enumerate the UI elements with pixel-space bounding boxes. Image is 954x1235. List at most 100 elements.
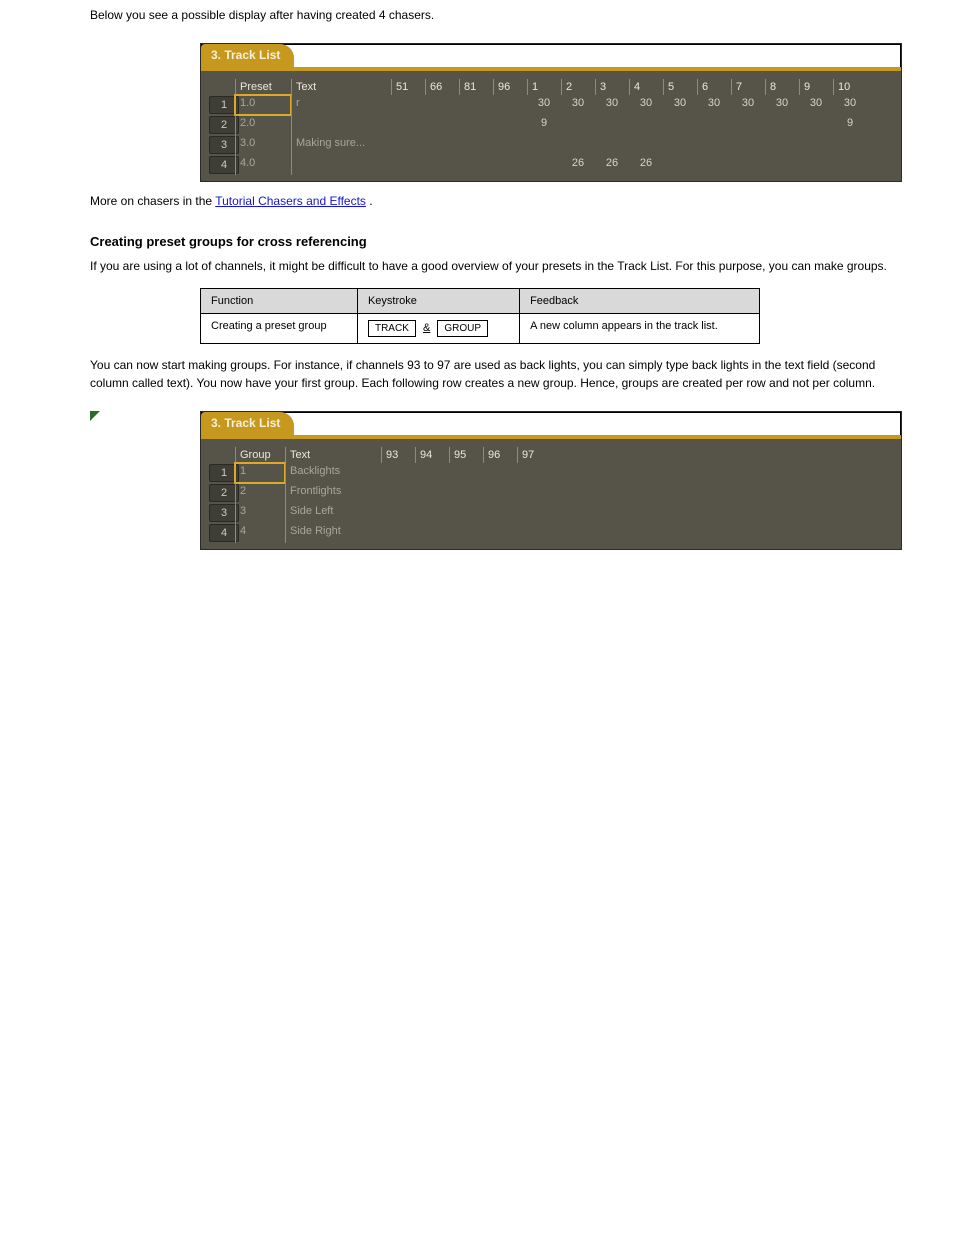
col-channel: 4 xyxy=(629,79,663,95)
value-cell[interactable] xyxy=(415,523,449,543)
value-cell[interactable] xyxy=(595,115,629,135)
value-cell[interactable]: 30 xyxy=(561,95,595,115)
value-cell[interactable]: 26 xyxy=(561,155,595,175)
value-cell[interactable]: 30 xyxy=(731,95,765,115)
value-cell[interactable] xyxy=(449,503,483,523)
value-cell[interactable]: 30 xyxy=(629,95,663,115)
value-cell[interactable] xyxy=(799,155,833,175)
value-cell[interactable] xyxy=(765,135,799,155)
value-cell[interactable]: 26 xyxy=(595,155,629,175)
value-cell[interactable]: 26 xyxy=(629,155,663,175)
group-cell[interactable]: 1 xyxy=(235,463,285,483)
text-cell[interactable]: Backlights xyxy=(285,463,381,483)
value-cell[interactable] xyxy=(493,135,527,155)
col-channel: 5 xyxy=(663,79,697,95)
value-cell[interactable] xyxy=(731,115,765,135)
value-cell[interactable] xyxy=(415,503,449,523)
value-cell[interactable] xyxy=(527,135,561,155)
group-cell[interactable]: 4 xyxy=(235,523,285,543)
value-cell[interactable] xyxy=(483,523,517,543)
text-cell[interactable]: Side Right xyxy=(285,523,381,543)
text-cell[interactable] xyxy=(291,115,391,135)
value-cell[interactable] xyxy=(425,155,459,175)
value-cell[interactable] xyxy=(391,115,425,135)
value-cell[interactable] xyxy=(381,483,415,503)
value-cell[interactable]: 30 xyxy=(833,95,867,115)
value-cell[interactable] xyxy=(381,523,415,543)
value-cell[interactable] xyxy=(663,155,697,175)
value-cell[interactable] xyxy=(561,135,595,155)
value-cell[interactable] xyxy=(731,155,765,175)
value-cell[interactable] xyxy=(663,115,697,135)
value-cell[interactable] xyxy=(517,503,551,523)
value-cell[interactable]: 30 xyxy=(663,95,697,115)
preset-cell[interactable]: 2.0 xyxy=(235,115,291,135)
value-cell[interactable] xyxy=(697,155,731,175)
value-cell[interactable]: 30 xyxy=(595,95,629,115)
value-cell[interactable] xyxy=(799,115,833,135)
value-cell[interactable] xyxy=(391,135,425,155)
value-cell[interactable] xyxy=(493,155,527,175)
value-cell[interactable] xyxy=(459,135,493,155)
value-cell[interactable] xyxy=(391,95,425,115)
value-cell[interactable] xyxy=(765,155,799,175)
value-cell[interactable] xyxy=(527,155,561,175)
value-cell[interactable] xyxy=(483,463,517,483)
value-cell[interactable] xyxy=(799,135,833,155)
value-cell[interactable]: 9 xyxy=(833,115,867,135)
value-cell[interactable] xyxy=(493,95,527,115)
value-cell[interactable] xyxy=(595,135,629,155)
value-cell[interactable] xyxy=(833,135,867,155)
preset-cell[interactable]: 3.0 xyxy=(235,135,291,155)
value-cell[interactable] xyxy=(697,115,731,135)
value-cell[interactable] xyxy=(449,463,483,483)
panel-resize-corner-icon[interactable] xyxy=(90,411,100,421)
tracklist-tab[interactable]: 3. Track List xyxy=(201,412,294,435)
value-cell[interactable] xyxy=(517,523,551,543)
value-cell[interactable] xyxy=(381,463,415,483)
col-channel: 94 xyxy=(415,447,449,463)
value-cell[interactable] xyxy=(425,135,459,155)
value-cell[interactable] xyxy=(517,463,551,483)
value-cell[interactable] xyxy=(415,463,449,483)
value-cell[interactable] xyxy=(425,115,459,135)
value-cell[interactable]: 30 xyxy=(799,95,833,115)
value-cell[interactable] xyxy=(629,115,663,135)
value-cell[interactable] xyxy=(459,155,493,175)
value-cell[interactable]: 30 xyxy=(765,95,799,115)
group-cell[interactable]: 3 xyxy=(235,503,285,523)
tutorial-chasers-link[interactable]: Tutorial Chasers and Effects xyxy=(215,194,366,208)
text-cell[interactable]: Side Left xyxy=(285,503,381,523)
value-cell[interactable] xyxy=(517,483,551,503)
value-cell[interactable] xyxy=(415,483,449,503)
value-cell[interactable] xyxy=(833,155,867,175)
text-cell[interactable]: Frontlights xyxy=(285,483,381,503)
text-cell[interactable]: r xyxy=(291,95,391,115)
value-cell[interactable]: 30 xyxy=(527,95,561,115)
preset-cell[interactable]: 1.0 xyxy=(235,95,291,115)
group-cell[interactable]: 2 xyxy=(235,483,285,503)
value-cell[interactable] xyxy=(459,115,493,135)
value-cell[interactable] xyxy=(449,483,483,503)
value-cell[interactable] xyxy=(697,135,731,155)
text-cell[interactable] xyxy=(291,155,391,175)
value-cell[interactable] xyxy=(459,95,493,115)
value-cell[interactable] xyxy=(629,135,663,155)
tracklist-tab[interactable]: 3. Track List xyxy=(201,44,294,67)
preset-cell[interactable]: 4.0 xyxy=(235,155,291,175)
value-cell[interactable] xyxy=(483,503,517,523)
value-cell[interactable] xyxy=(381,503,415,523)
keystroke-table: Function Keystroke Feedback Creating a p… xyxy=(200,288,760,344)
value-cell[interactable]: 30 xyxy=(697,95,731,115)
value-cell[interactable]: 9 xyxy=(527,115,561,135)
text-cell[interactable]: Making sure... xyxy=(291,135,391,155)
value-cell[interactable] xyxy=(449,523,483,543)
value-cell[interactable] xyxy=(731,135,765,155)
value-cell[interactable] xyxy=(425,95,459,115)
value-cell[interactable] xyxy=(391,155,425,175)
value-cell[interactable] xyxy=(663,135,697,155)
value-cell[interactable] xyxy=(765,115,799,135)
value-cell[interactable] xyxy=(561,115,595,135)
value-cell[interactable] xyxy=(493,115,527,135)
value-cell[interactable] xyxy=(483,483,517,503)
